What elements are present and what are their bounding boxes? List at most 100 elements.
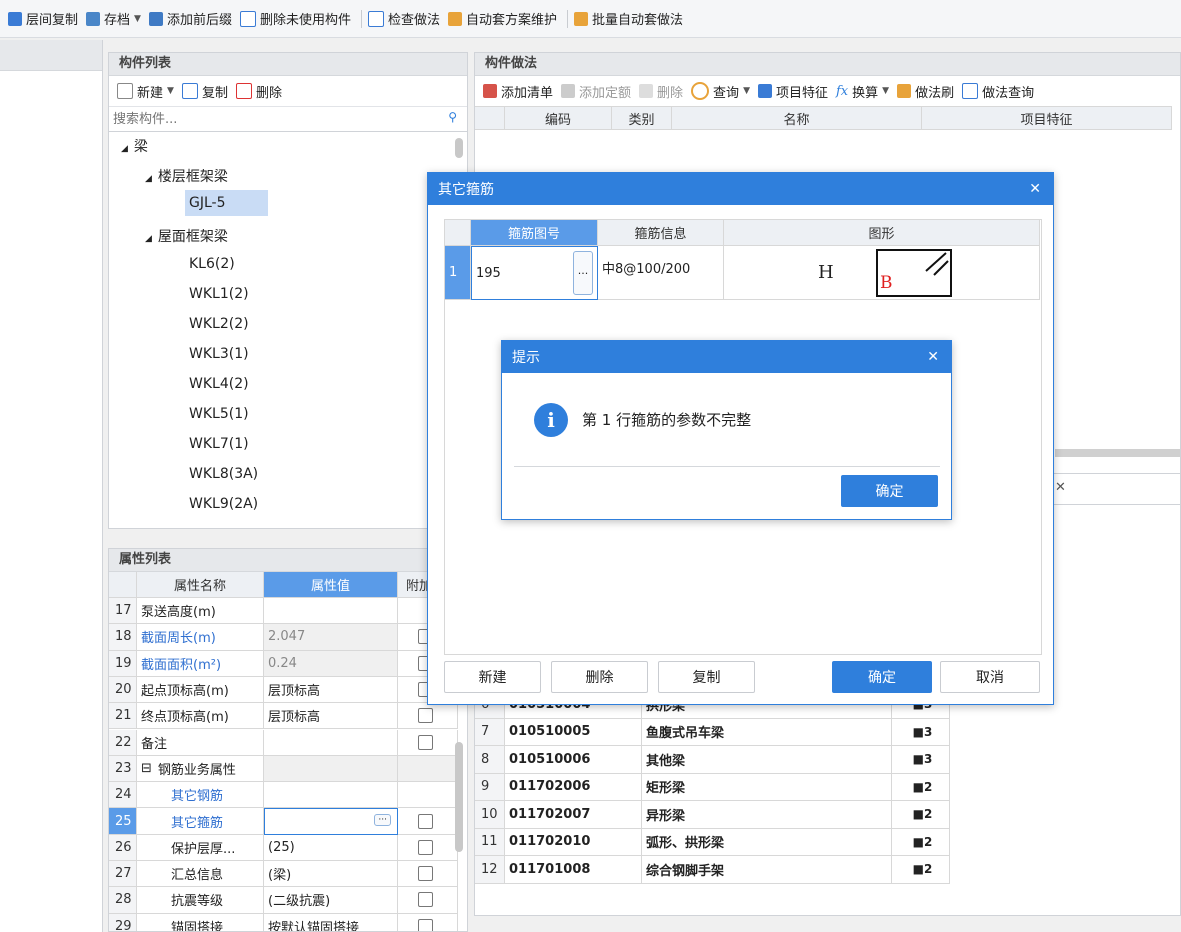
ellipsis-icon[interactable]: ···	[374, 814, 391, 827]
toolbar-delete-unused-button[interactable]: 删除未使用构件	[238, 7, 357, 31]
toolbar-floor-copy-button[interactable]: 层间复制	[6, 7, 84, 31]
new-component-button[interactable]: 新建 ▼	[115, 79, 180, 103]
stirrup-copy-button[interactable]: 复制	[658, 661, 755, 693]
tree-item-gjl5[interactable]: GJL-5	[185, 190, 268, 216]
method-row-number[interactable]: 11	[475, 828, 505, 856]
close-icon[interactable]: ✕	[1029, 181, 1041, 197]
delete-component-button[interactable]: 删除	[234, 79, 288, 103]
method-qty-cell[interactable]: ■3	[892, 718, 950, 746]
method-qty-cell[interactable]: ■2	[892, 801, 950, 829]
method-qty-cell[interactable]: ■2	[892, 828, 950, 856]
method-splitter[interactable]	[1055, 449, 1180, 457]
method-name-cell[interactable]: 异形梁	[642, 801, 892, 829]
method-row-number[interactable]: 8	[475, 746, 505, 774]
property-value-cell[interactable]: (25)	[264, 834, 398, 861]
property-value-cell[interactable]: 层顶标高	[264, 676, 398, 704]
method-delete-button[interactable]: 删除	[637, 79, 689, 103]
convert-button[interactable]: fx 换算 ▼	[834, 79, 895, 103]
method-name-cell[interactable]: 弧形、拱形梁	[642, 828, 892, 856]
property-value-cell[interactable]: (二级抗震)	[264, 887, 398, 914]
method-brush-button[interactable]: 做法刷	[895, 79, 960, 103]
tree-item[interactable]: WKL5(1)	[189, 406, 249, 422]
property-checkbox[interactable]	[418, 918, 433, 931]
toolbar-batch-auto-button[interactable]: 批量自动套做法	[572, 7, 689, 31]
search-icon[interactable]: ⚲	[448, 110, 457, 124]
query-button[interactable]: 查询 ▼	[689, 79, 756, 103]
stirrup-new-button[interactable]: 新建	[444, 661, 541, 693]
property-value-cell[interactable]: (梁)	[264, 861, 398, 888]
collapse-box-icon[interactable]: ⊟	[141, 761, 152, 776]
method-name-cell[interactable]: 综合钢脚手架	[642, 856, 892, 884]
toolbar-auto-scheme-button[interactable]: 自动套方案维护	[446, 7, 563, 31]
close-icon[interactable]: ✕	[927, 349, 939, 365]
stirrup-cancel-button[interactable]: 取消	[940, 661, 1040, 693]
tree-scrollbar[interactable]	[455, 138, 463, 158]
tree-item[interactable]: WKL8(3A)	[189, 466, 258, 482]
method-code-cell[interactable]: 010510005	[505, 718, 642, 746]
collapse-icon[interactable]: ◢	[145, 234, 152, 244]
tree-item[interactable]: WKL1(2)	[189, 286, 249, 302]
method-code-cell[interactable]: 011701008	[505, 856, 642, 884]
method-name-cell[interactable]: 其他梁	[642, 746, 892, 774]
method-query-button[interactable]: 做法查询	[960, 79, 1040, 103]
tree-item[interactable]: WKL4(2)	[189, 376, 249, 392]
tree-item[interactable]: WKL3(1)	[189, 346, 249, 362]
tree-node-beam[interactable]: ◢ 梁	[121, 136, 148, 156]
toolbar-archive-button[interactable]: 存档 ▼	[84, 7, 147, 31]
stirrup-code-cell[interactable]: 195 ···	[471, 246, 598, 300]
property-value-cell[interactable]	[264, 755, 398, 783]
method-name-cell[interactable]: 矩形梁	[642, 773, 892, 801]
tree-item[interactable]: WKL9(2A)	[189, 496, 258, 512]
property-scrollbar[interactable]	[455, 742, 463, 852]
close-icon[interactable]: ✕	[1055, 480, 1066, 495]
property-checkbox[interactable]	[418, 813, 433, 829]
toolbar-check-method-button[interactable]: 检查做法	[366, 7, 446, 31]
property-checkbox[interactable]	[418, 892, 433, 908]
method-code-cell[interactable]: 011702007	[505, 801, 642, 829]
tree-item[interactable]: KL6(2)	[189, 256, 235, 272]
method-close-tab[interactable]: ✕	[1045, 473, 1180, 505]
tree-node-floor-frame-beam[interactable]: ◢ 楼层框架梁	[145, 166, 228, 186]
stirrup-ok-button[interactable]: 确定	[832, 661, 932, 693]
alert-ok-button[interactable]: 确定	[841, 475, 938, 507]
method-code-cell[interactable]: 011702006	[505, 773, 642, 801]
copy-component-button[interactable]: 复制	[180, 79, 234, 103]
category-header: 类别	[612, 106, 672, 130]
stirrup-ellipsis-button[interactable]: ···	[573, 251, 593, 295]
method-name-cell[interactable]: 鱼腹式吊车梁	[642, 718, 892, 746]
toolbar-add-affix-button[interactable]: 添加前后缀	[147, 7, 238, 31]
property-checkbox[interactable]	[418, 839, 433, 855]
method-row-number[interactable]: 12	[475, 856, 505, 884]
property-checkbox[interactable]	[418, 734, 433, 750]
property-value-cell[interactable]: 层顶标高	[264, 703, 398, 730]
method-row-number[interactable]: 9	[475, 773, 505, 801]
stirrup-delete-button[interactable]: 删除	[551, 661, 648, 693]
method-code-cell[interactable]: 011702010	[505, 828, 642, 856]
method-qty-cell[interactable]: ■2	[892, 856, 950, 884]
property-value-cell[interactable]: 0.24	[264, 650, 398, 677]
archive-icon	[86, 11, 101, 26]
property-value-cell[interactable]: 2.047	[264, 624, 398, 651]
stirrup-info-cell[interactable]: 中8@100/200	[598, 246, 724, 300]
method-row-number[interactable]: 10	[475, 801, 505, 829]
component-search-input[interactable]	[109, 107, 435, 131]
method-qty-cell[interactable]: ■3	[892, 746, 950, 774]
add-quota-button[interactable]: 添加定额	[559, 79, 637, 103]
collapse-icon[interactable]: ◢	[145, 174, 152, 184]
property-checkbox[interactable]	[418, 866, 433, 882]
tree-node-roof-frame-beam[interactable]: ◢ 屋面框架梁	[145, 226, 228, 246]
property-value-cell[interactable]	[264, 782, 398, 809]
property-value-cell[interactable]: 按默认锚固搭接	[264, 913, 398, 931]
tree-item[interactable]: WKL2(2)	[189, 316, 249, 332]
property-value-cell[interactable]	[264, 598, 398, 625]
method-qty-cell[interactable]: ■2	[892, 773, 950, 801]
item-feature-button[interactable]: 项目特征	[756, 79, 834, 103]
collapse-icon[interactable]: ◢	[121, 144, 128, 154]
property-value-cell[interactable]: ···	[264, 808, 398, 835]
method-row-number[interactable]: 7	[475, 718, 505, 746]
add-list-button[interactable]: 添加清单	[481, 79, 559, 103]
method-code-cell[interactable]: 010510006	[505, 746, 642, 774]
tree-item[interactable]: WKL7(1)	[189, 436, 249, 452]
property-value-cell[interactable]	[264, 729, 398, 756]
property-checkbox[interactable]	[418, 708, 433, 724]
